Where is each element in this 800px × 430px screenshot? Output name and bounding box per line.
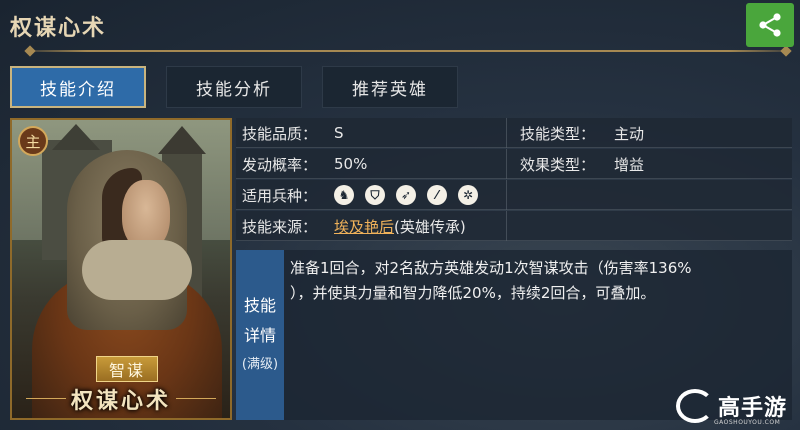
- info-row-troops: 适用兵种： ♞ ⛉ ➶ ⁄ ✲: [236, 180, 792, 210]
- card-skill-name: 权谋心术: [70, 389, 171, 414]
- wheel-icon: ✲: [458, 185, 478, 205]
- main-skill-badge: 主: [18, 126, 48, 156]
- watermark-url: GAOSHOUYOU.COM: [714, 419, 781, 426]
- description-line-1: 准备1回合，对2名敌方英雄发动1次智谋攻击（伤害率136%: [290, 259, 692, 277]
- detail-label: 技能 详情 (满级): [236, 250, 284, 420]
- info-row-trigger: 发动概率： 50% 效果类型： 增益: [236, 149, 792, 179]
- source-label: 技能来源：: [242, 217, 318, 236]
- effect-type-value: 增益: [614, 155, 645, 174]
- page-title: 权谋心术: [10, 16, 107, 41]
- detail-label-line2: 详情: [243, 326, 276, 345]
- detail-label-line3: (满级): [241, 357, 279, 372]
- skill-card: 主 智谋 权谋心术: [10, 118, 232, 420]
- tab-recommended-heroes[interactable]: 推荐英雄: [322, 66, 458, 108]
- trigger-value: 50%: [334, 155, 368, 173]
- spear-icon: ⁄: [427, 185, 447, 205]
- skill-info-table: 技能品质： S 技能类型： 主动 发动概率： 50% 效果类型： 增益 适用兵种…: [236, 118, 792, 420]
- shield-icon: ⛉: [365, 185, 385, 205]
- source-hero-link[interactable]: 埃及艳后: [334, 216, 394, 237]
- share-button[interactable]: [746, 3, 794, 47]
- source-suffix: (英雄传承): [394, 217, 466, 236]
- gaoshouyou-logo-icon: [676, 389, 714, 423]
- detail-label-line1: 技能: [243, 296, 276, 315]
- quality-label: 技能品质：: [242, 124, 318, 143]
- watermark-brand: 高手游: [718, 396, 788, 421]
- tab-skill-analysis[interactable]: 技能分析: [166, 66, 302, 108]
- info-row-source: 技能来源： 埃及艳后 (英雄传承): [236, 211, 792, 241]
- title-divider: [26, 50, 790, 52]
- troop-icons: ♞ ⛉ ➶ ⁄ ✲: [334, 180, 489, 210]
- skill-type-value: 主动: [614, 124, 645, 143]
- troops-label: 适用兵种：: [242, 186, 318, 205]
- skill-type-badge: 智谋: [96, 356, 158, 382]
- effect-type-label: 效果类型：: [520, 155, 596, 174]
- description-line-2: ），并使其力量和智力降低20%，持续2回合，可叠加。: [290, 284, 656, 302]
- quality-value: S: [334, 124, 344, 142]
- skill-type-label: 技能类型：: [520, 124, 596, 143]
- info-row-quality: 技能品质： S 技能类型： 主动: [236, 118, 792, 148]
- bow-icon: ➶: [396, 185, 416, 205]
- share-icon: [759, 13, 781, 37]
- trigger-label: 发动概率：: [242, 155, 318, 174]
- tab-skill-intro[interactable]: 技能介绍: [10, 66, 146, 108]
- cavalry-icon: ♞: [334, 185, 354, 205]
